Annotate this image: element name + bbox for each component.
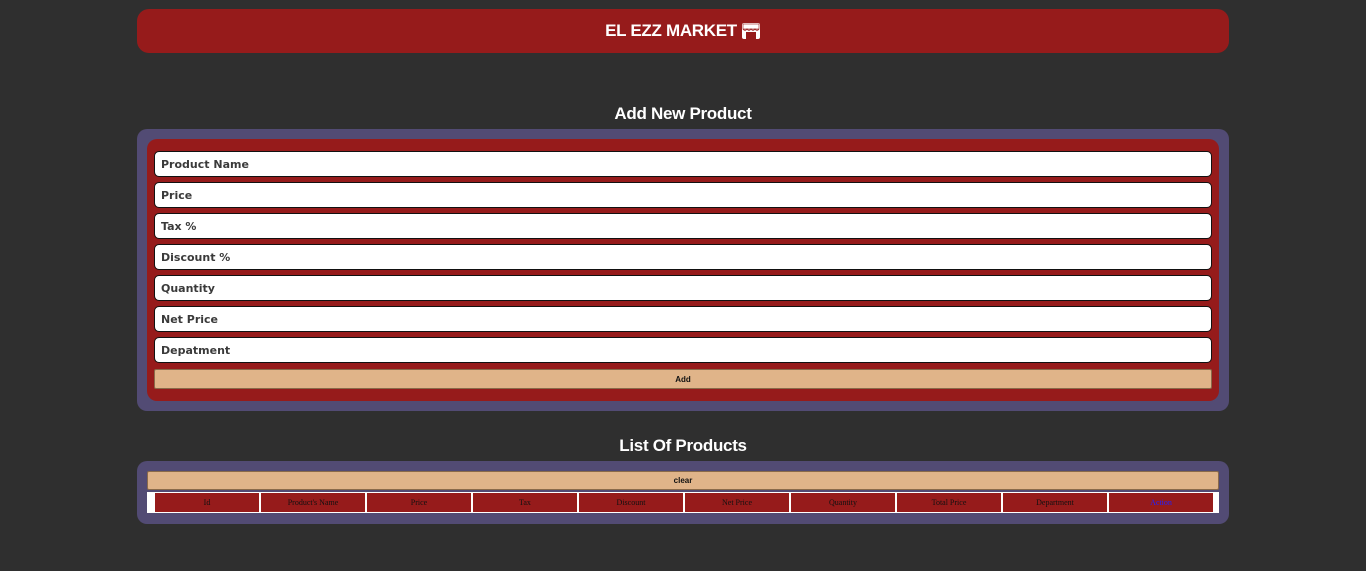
column-header-action: Action [1109, 493, 1213, 512]
product-name-input[interactable] [154, 151, 1212, 177]
column-header-department: Department [1003, 493, 1107, 512]
product-list-panel: clear Id Product's Name Price Tax Discou… [137, 461, 1229, 524]
column-header-discount: Discount [579, 493, 683, 512]
products-table: Id Product's Name Price Tax Discount Net… [153, 493, 1215, 512]
column-header-tax: Tax [473, 493, 577, 512]
add-product-panel: Add [137, 129, 1229, 411]
column-header-quantity: Quantity [791, 493, 895, 512]
store-icon [741, 23, 760, 39]
column-header-id: Id [155, 493, 259, 512]
table-header-row: Id Product's Name Price Tax Discount Net… [155, 493, 1213, 512]
add-product-form: Add [147, 139, 1219, 401]
price-input[interactable] [154, 182, 1212, 208]
department-input[interactable] [154, 337, 1212, 363]
app-title: EL EZZ MARKET [605, 21, 737, 40]
app-header: EL EZZ MARKET [137, 9, 1229, 53]
column-header-net-price: Net Price [685, 493, 789, 512]
clear-button[interactable]: clear [147, 471, 1219, 490]
tax-input[interactable] [154, 213, 1212, 239]
product-list-title: List Of Products [619, 436, 747, 455]
column-header-product-name: Product's Name [261, 493, 365, 512]
column-header-price: Price [367, 493, 471, 512]
column-header-total-price: Total Price [897, 493, 1001, 512]
net-price-input[interactable] [154, 306, 1212, 332]
quantity-input[interactable] [154, 275, 1212, 301]
discount-input[interactable] [154, 244, 1212, 270]
add-button[interactable]: Add [154, 369, 1212, 389]
add-product-title: Add New Product [614, 104, 752, 123]
products-table-wrapper: Id Product's Name Price Tax Discount Net… [147, 492, 1219, 513]
